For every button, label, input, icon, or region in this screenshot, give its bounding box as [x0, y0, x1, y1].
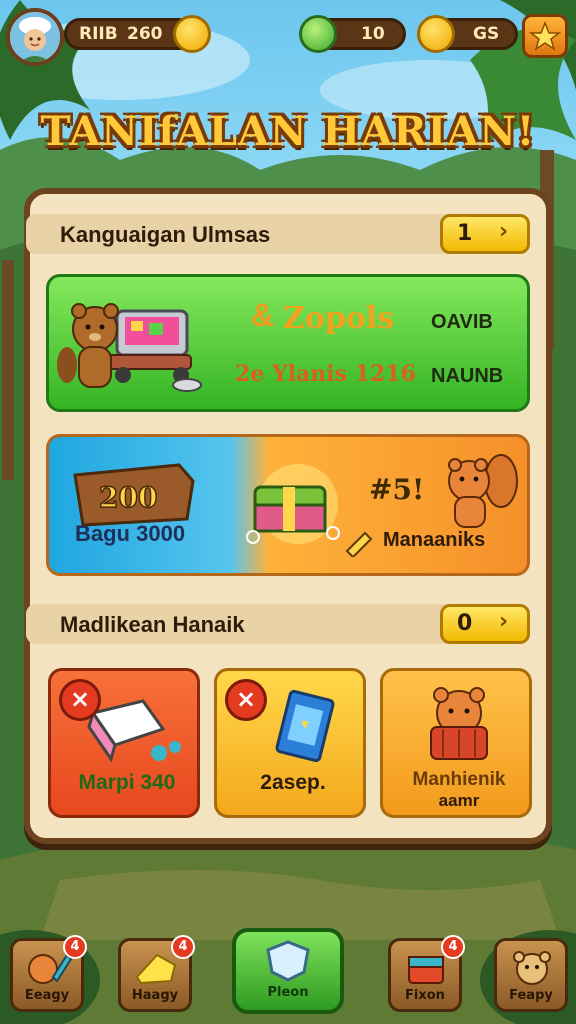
nav-5-label: Feapy — [509, 988, 553, 1003]
nav-3-label: Pleon — [267, 985, 309, 1000]
game-screen: RIIB 260 10 GS TANIfALAN HARIAN! Kanguai… — [0, 0, 576, 1024]
section-2-count: 0 — [457, 611, 473, 636]
sign-text: 200 — [99, 481, 157, 514]
green-card-subtitle: 2e Ylanis 1216 — [235, 361, 416, 387]
section-1-count: 1 — [457, 221, 473, 246]
chef-avatar-icon — [10, 12, 60, 62]
tile-3-label: Manhienik — [412, 769, 506, 790]
notification-badge: 4 — [63, 935, 87, 959]
nav-button-5[interactable]: Feapy — [494, 938, 568, 1012]
nav-2-label: Haagy — [131, 988, 179, 1003]
gold-counter: GS — [417, 15, 518, 53]
gold-count: GS — [473, 24, 500, 44]
gold-heart-icon[interactable] — [417, 15, 455, 53]
section-1-label: Kanguaigan Ulmsas — [60, 222, 271, 247]
nav-button-2[interactable]: Haagy 4 — [118, 935, 195, 1012]
bear-basket-icon — [430, 687, 488, 760]
green-reward-card[interactable]: & Zopols 2e Ylanis 1216 OAVIB NAUNB — [46, 274, 530, 412]
top-bar: RIIB 260 10 GS — [0, 0, 576, 80]
gem-count: 10 — [361, 24, 385, 44]
tile-1-label: Marpi 340 — [78, 771, 176, 794]
section-1-counter-button[interactable]: 1 › — [440, 214, 530, 254]
reward-tile-3[interactable]: Manhienik aamr — [380, 668, 532, 818]
nav-1-label: Eeagy — [24, 988, 70, 1003]
gift-box-icon — [246, 464, 340, 544]
nav-button-main[interactable]: Pleon — [232, 928, 344, 1014]
green-card-ampersand-icon: & — [251, 297, 275, 333]
close-badge-icon[interactable]: × — [225, 679, 267, 721]
green-card-title: Zopols — [283, 301, 395, 336]
coin-count: 260 — [127, 24, 163, 44]
star-menu-button[interactable] — [522, 14, 568, 58]
nav-4-label: Fixon — [405, 988, 445, 1003]
bear-with-cart-icon — [57, 303, 202, 392]
star-icon — [528, 20, 562, 51]
player-currency-bar: RIIB 260 — [64, 15, 211, 53]
promo-card[interactable]: 200 Bagu 3000 #5! Manaaniks — [46, 434, 530, 576]
nav-button-1[interactable]: Eeagy 4 — [10, 935, 87, 1012]
close-badge-icon[interactable]: × — [59, 679, 101, 721]
player-avatar[interactable] — [6, 8, 64, 66]
chevron-right-icon: › — [499, 219, 509, 244]
reward-tile-2[interactable]: × 2asep. — [214, 668, 366, 818]
player-name-label: RIIB — [79, 24, 118, 44]
gem-icon[interactable] — [299, 15, 337, 53]
notification-badge: 4 — [171, 935, 195, 959]
tile-2-label: 2asep. — [260, 771, 326, 794]
bear-face-icon — [513, 951, 551, 985]
promo-right-label: Manaaniks — [383, 529, 486, 551]
pencil-icon — [345, 531, 373, 557]
green-card-right-top: OAVIB — [431, 311, 493, 333]
section-2-label: Madlikean Hanaik — [60, 612, 245, 637]
chevron-right-icon: › — [499, 609, 509, 634]
page-title: TANIfALAN HARIAN! — [40, 108, 536, 155]
squirrel-mascot-icon — [448, 454, 518, 528]
shield-gem-icon — [266, 940, 310, 982]
gem-counter: 10 — [299, 15, 406, 53]
nav-button-4[interactable]: Fixon 4 — [388, 935, 465, 1012]
green-card-right-bottom: NAUNB — [431, 365, 504, 387]
reward-tile-1[interactable]: × Marpi 340 — [48, 668, 200, 818]
tile-3-label-2: aamr — [438, 791, 480, 810]
promo-left-label: Bagu 3000 — [75, 521, 186, 546]
burst-text: #5! — [369, 473, 425, 506]
coin-icon[interactable] — [173, 15, 211, 53]
section-2-counter-button[interactable]: 0 › — [440, 604, 530, 644]
notification-badge: 4 — [441, 935, 465, 959]
